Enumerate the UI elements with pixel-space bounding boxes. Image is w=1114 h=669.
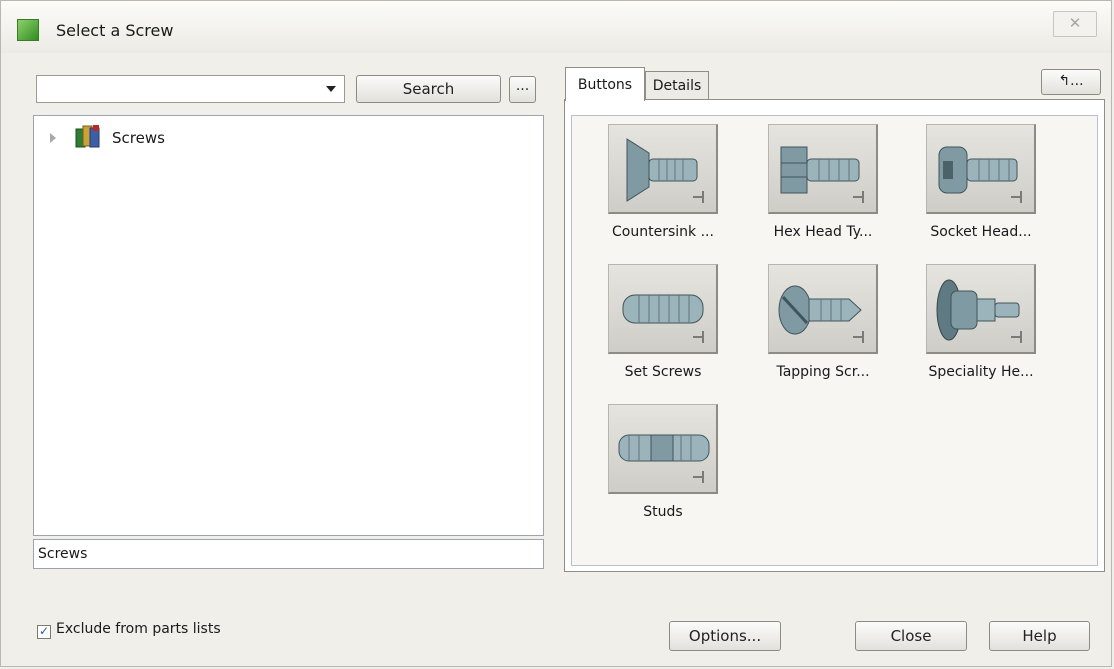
close-window-button[interactable]: ✕ xyxy=(1053,11,1097,37)
screw-type-label: Hex Head Ty... xyxy=(773,224,873,240)
screw-type-set-screws[interactable]: Set Screws xyxy=(608,264,768,392)
set-screw-icon xyxy=(622,294,704,343)
countersink-screw-icon xyxy=(626,138,704,203)
socket-head-screw-icon xyxy=(938,146,1022,203)
up-level-button[interactable]: ↰... xyxy=(1041,69,1101,95)
screw-type-grid: Countersink ... Hex Head Ty... Socket He… xyxy=(571,115,1098,566)
screw-type-label: Countersink ... xyxy=(612,224,714,240)
countersink-screw-thumb[interactable] xyxy=(608,124,718,214)
hex-head-screw-icon xyxy=(780,146,864,203)
screw-type-label: Speciality He... xyxy=(928,364,1034,380)
exclude-from-parts-lists-label[interactable]: Exclude from parts lists xyxy=(56,621,221,637)
dialog-title: Select a Screw xyxy=(56,21,174,40)
options-button[interactable]: Options... xyxy=(669,621,781,651)
tapping-screw-thumb[interactable] xyxy=(768,264,878,354)
app-icon xyxy=(17,19,39,41)
screw-type-tapping[interactable]: Tapping Scr... xyxy=(768,264,928,392)
tapping-screw-icon xyxy=(778,285,864,343)
socket-head-screw-thumb[interactable] xyxy=(926,124,1036,214)
selected-path-field: Screws xyxy=(33,539,544,569)
tab-buttons[interactable]: Buttons xyxy=(565,67,645,101)
tree-item-label: Screws xyxy=(112,129,165,147)
expand-arrow-icon[interactable] xyxy=(50,133,56,143)
speciality-head-screw-thumb[interactable] xyxy=(926,264,1036,354)
browse-button[interactable]: ... xyxy=(509,76,536,103)
screw-type-label: Set Screws xyxy=(624,364,702,380)
speciality-head-screw-icon xyxy=(936,279,1022,343)
set-screw-thumb[interactable] xyxy=(608,264,718,354)
screw-type-countersink[interactable]: Countersink ... xyxy=(608,124,768,252)
screw-type-label: Tapping Scr... xyxy=(776,364,870,380)
search-button[interactable]: Search xyxy=(356,75,501,103)
help-button[interactable]: Help xyxy=(989,621,1090,651)
screw-type-label: Socket Head... xyxy=(930,224,1032,240)
close-button[interactable]: Close xyxy=(855,621,967,651)
stud-icon xyxy=(618,434,710,483)
chevron-down-icon[interactable] xyxy=(326,86,336,92)
title-bar[interactable]: Select a Screw ✕ xyxy=(1,1,1111,53)
buttons-tab-panel: Countersink ... Hex Head Ty... Socket He… xyxy=(564,99,1105,572)
screw-type-label: Studs xyxy=(643,504,683,520)
search-combo[interactable] xyxy=(36,75,345,103)
stud-thumb[interactable] xyxy=(608,404,718,494)
screw-type-speciality-head[interactable]: Speciality He... xyxy=(926,264,1086,392)
tab-details[interactable]: Details xyxy=(645,71,709,99)
screw-type-studs[interactable]: Studs xyxy=(608,404,768,532)
select-screw-dialog: Select a Screw ✕ Search ... Screws Screw… xyxy=(0,0,1112,667)
category-tree[interactable]: Screws xyxy=(33,115,544,536)
screw-type-hex-head[interactable]: Hex Head Ty... xyxy=(768,124,928,252)
screws-folder-icon xyxy=(75,125,100,148)
exclude-from-parts-lists-checkbox[interactable]: ✓ xyxy=(37,625,51,639)
hex-head-screw-thumb[interactable] xyxy=(768,124,878,214)
screw-type-socket-head[interactable]: Socket Head... xyxy=(926,124,1086,252)
